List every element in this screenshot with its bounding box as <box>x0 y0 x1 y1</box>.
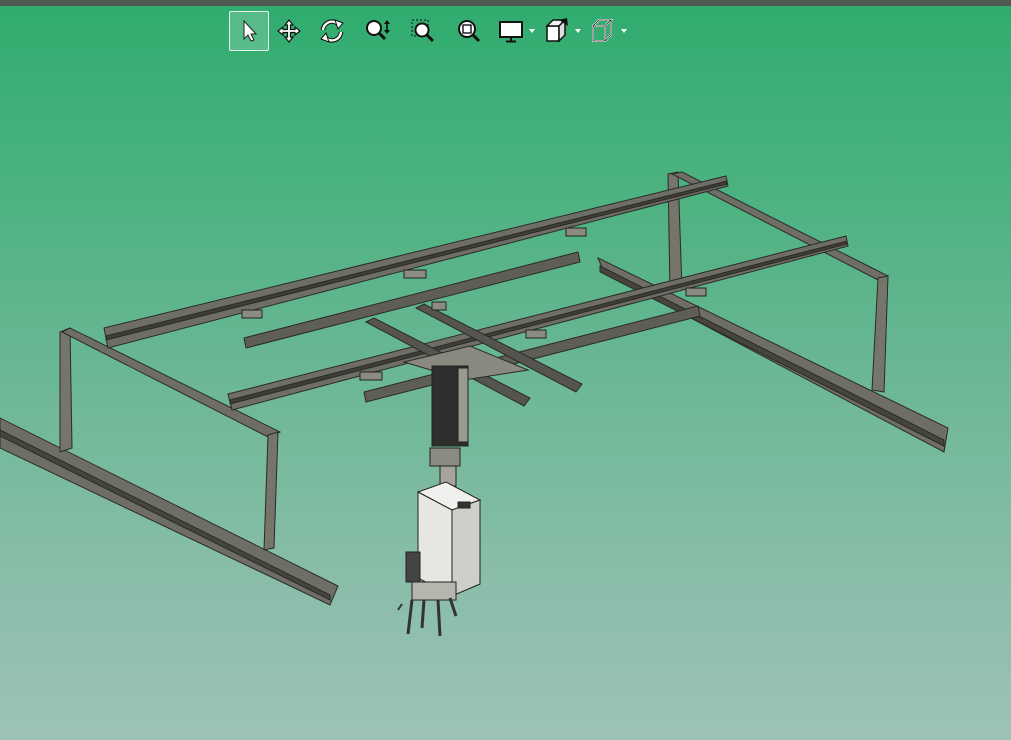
wireframe-cube-icon <box>591 19 613 42</box>
lift-column <box>429 365 469 487</box>
rotate-button[interactable] <box>309 11 355 51</box>
left-frame <box>0 327 339 606</box>
chevron-down-icon <box>574 29 581 33</box>
select-button[interactable] <box>229 11 269 51</box>
zoom-area-icon <box>411 19 435 43</box>
pan-button[interactable] <box>269 11 309 51</box>
display-style-button[interactable] <box>585 11 631 51</box>
right-frame <box>597 171 949 453</box>
move-arrows-icon <box>277 19 301 43</box>
hoist-unit <box>397 481 482 637</box>
view-cube-icon <box>544 18 568 43</box>
cursor-arrow-icon <box>243 19 258 42</box>
window-top-bar <box>0 0 1011 6</box>
display-button[interactable] <box>493 11 539 51</box>
zoom-fit-button[interactable] <box>447 11 493 51</box>
3d-model-viewport[interactable] <box>0 60 1011 740</box>
view-toolbar <box>229 11 631 51</box>
chevron-down-icon <box>528 29 535 33</box>
chevron-down-icon <box>620 29 627 33</box>
zoom-icon <box>366 20 390 41</box>
zoom-area-button[interactable] <box>401 11 447 51</box>
zoom-button[interactable] <box>355 11 401 51</box>
monitor-icon <box>498 21 523 43</box>
zoom-fit-icon <box>458 20 481 43</box>
rotate-icon <box>320 19 344 43</box>
view-orientation-button[interactable] <box>539 11 585 51</box>
